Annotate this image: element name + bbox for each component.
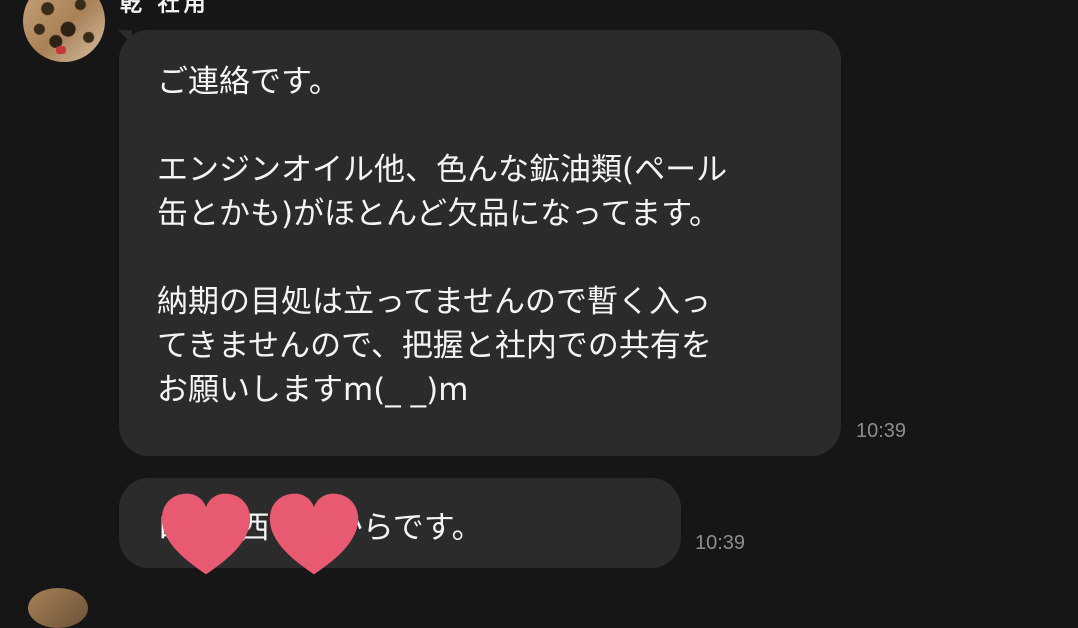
message-paragraph: エンジンオイル他、色んな鉱油類(ペール 缶とかも)がほとんど欠品になってます。	[157, 152, 728, 232]
heart-sticker-icon	[269, 493, 359, 575]
sender-name: 乾 社用	[120, 0, 210, 17]
avatar-detail	[56, 46, 66, 54]
message-timestamp: 10:39	[695, 532, 746, 554]
message-timestamp: 10:39	[856, 420, 907, 442]
heart-sticker-icon	[161, 493, 251, 575]
message-bubble[interactable]: ご連絡です。 エンジンオイル他、色んな鉱油類(ペール 缶とかも)がほとんど欠品に…	[119, 30, 841, 456]
next-sender-avatar[interactable]	[28, 588, 88, 628]
message-paragraph: 納期の目処は立ってませんので暫く入っ てきませんので、把握と社内での共有を お願…	[157, 284, 712, 408]
message-paragraph: ご連絡です。	[157, 64, 340, 100]
